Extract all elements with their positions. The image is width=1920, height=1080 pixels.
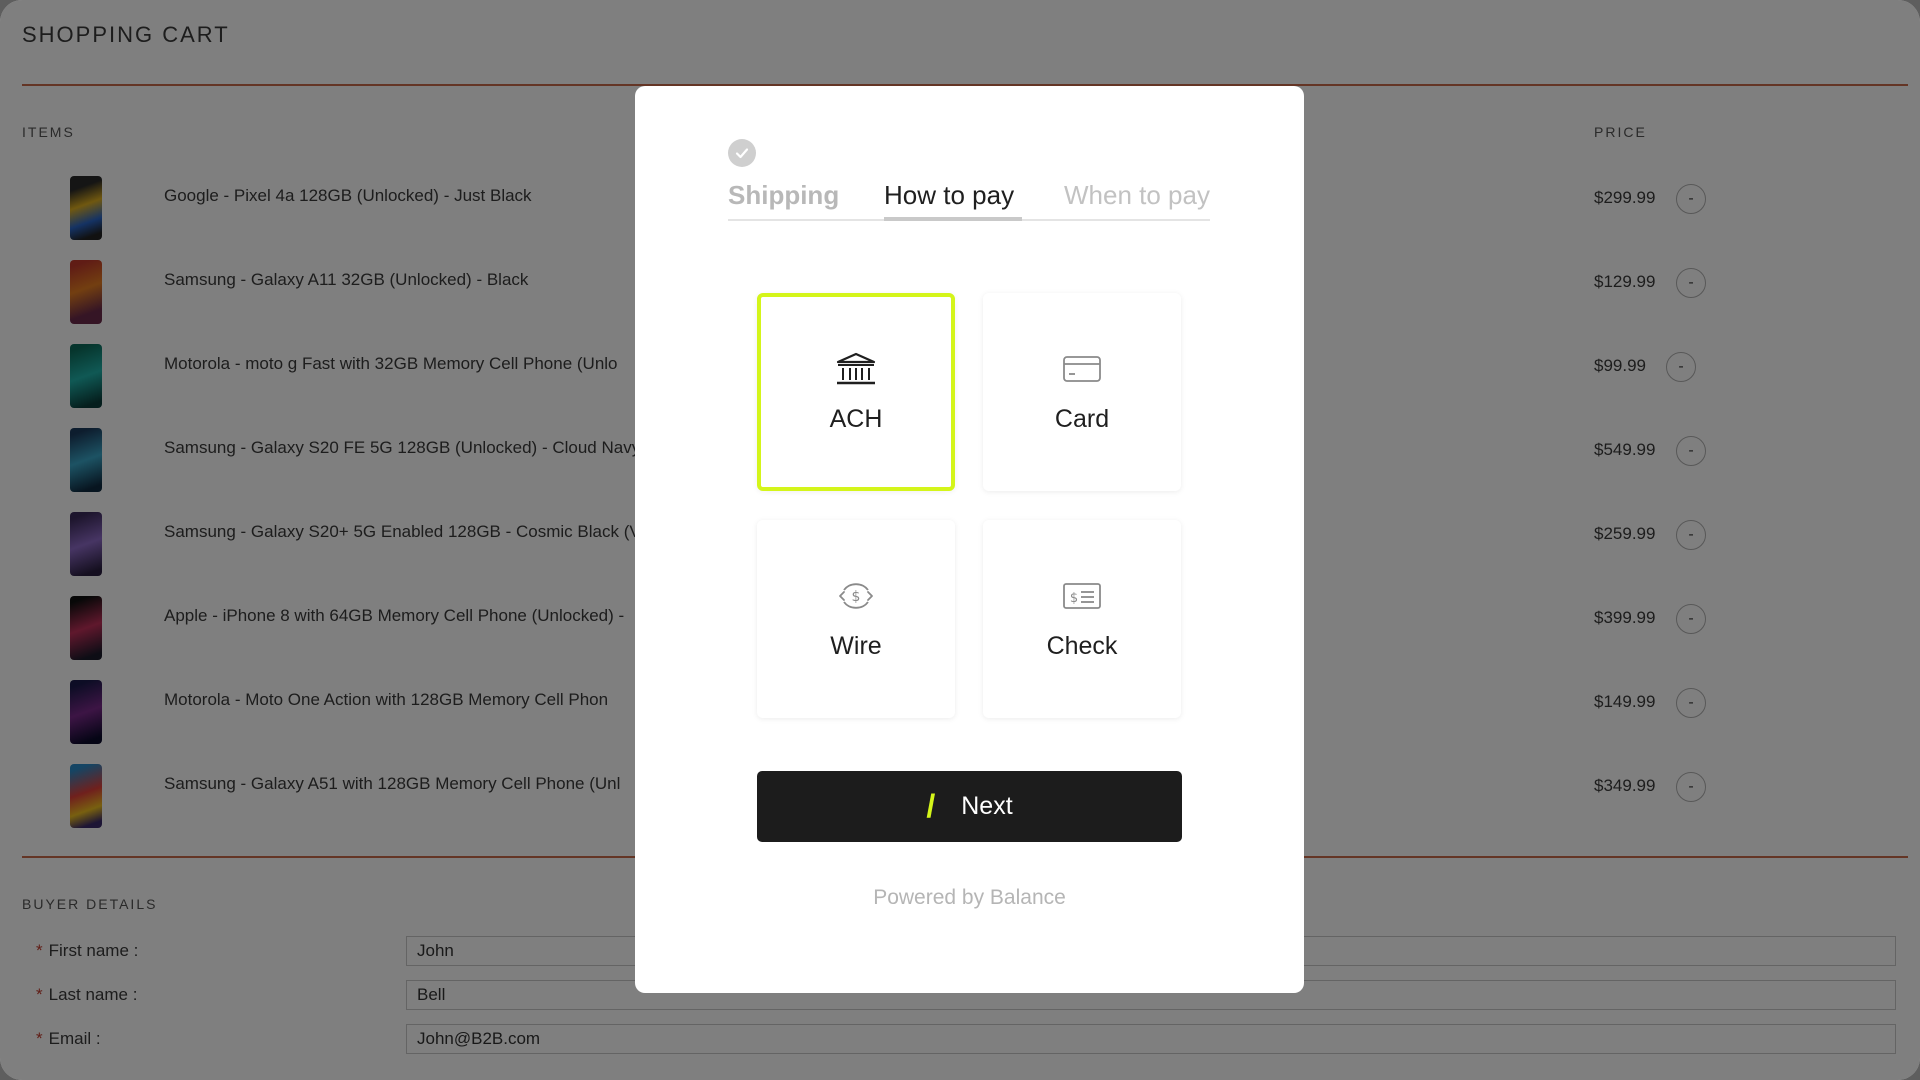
payment-method-card[interactable]: Card — [983, 293, 1181, 491]
credit-card-icon — [1063, 355, 1101, 382]
payment-method-wire[interactable]: $ Wire — [757, 520, 955, 718]
svg-text:$: $ — [852, 589, 861, 605]
payment-method-label: ACH — [829, 404, 883, 433]
payment-method-label: Wire — [830, 631, 882, 660]
next-button-label: Next — [961, 792, 1013, 820]
payment-method-check[interactable]: $ Check — [983, 520, 1181, 718]
tab-how-to-pay[interactable]: How to pay — [884, 178, 1022, 221]
wire-transfer-icon: $ — [839, 582, 873, 609]
checkout-steps: Shipping How to pay When to pay — [728, 178, 1210, 221]
tab-shipping[interactable]: Shipping — [728, 178, 839, 221]
powered-by-text: Powered by Balance — [873, 886, 1066, 909]
next-button[interactable]: / Next — [757, 771, 1182, 842]
bank-icon — [836, 352, 876, 384]
slash-icon: / — [926, 788, 936, 824]
payment-method-ach[interactable]: ACH — [757, 293, 955, 491]
payment-method-label: Check — [1046, 631, 1118, 660]
check-cheque-icon: $ — [1063, 582, 1101, 609]
check-circle-icon — [728, 139, 756, 167]
svg-text:$: $ — [1070, 591, 1078, 606]
tab-when-to-pay[interactable]: When to pay — [1064, 178, 1210, 221]
payment-modal: Shipping How to pay When to pay ACH Card — [635, 86, 1304, 993]
payment-method-label: Card — [1054, 404, 1110, 433]
